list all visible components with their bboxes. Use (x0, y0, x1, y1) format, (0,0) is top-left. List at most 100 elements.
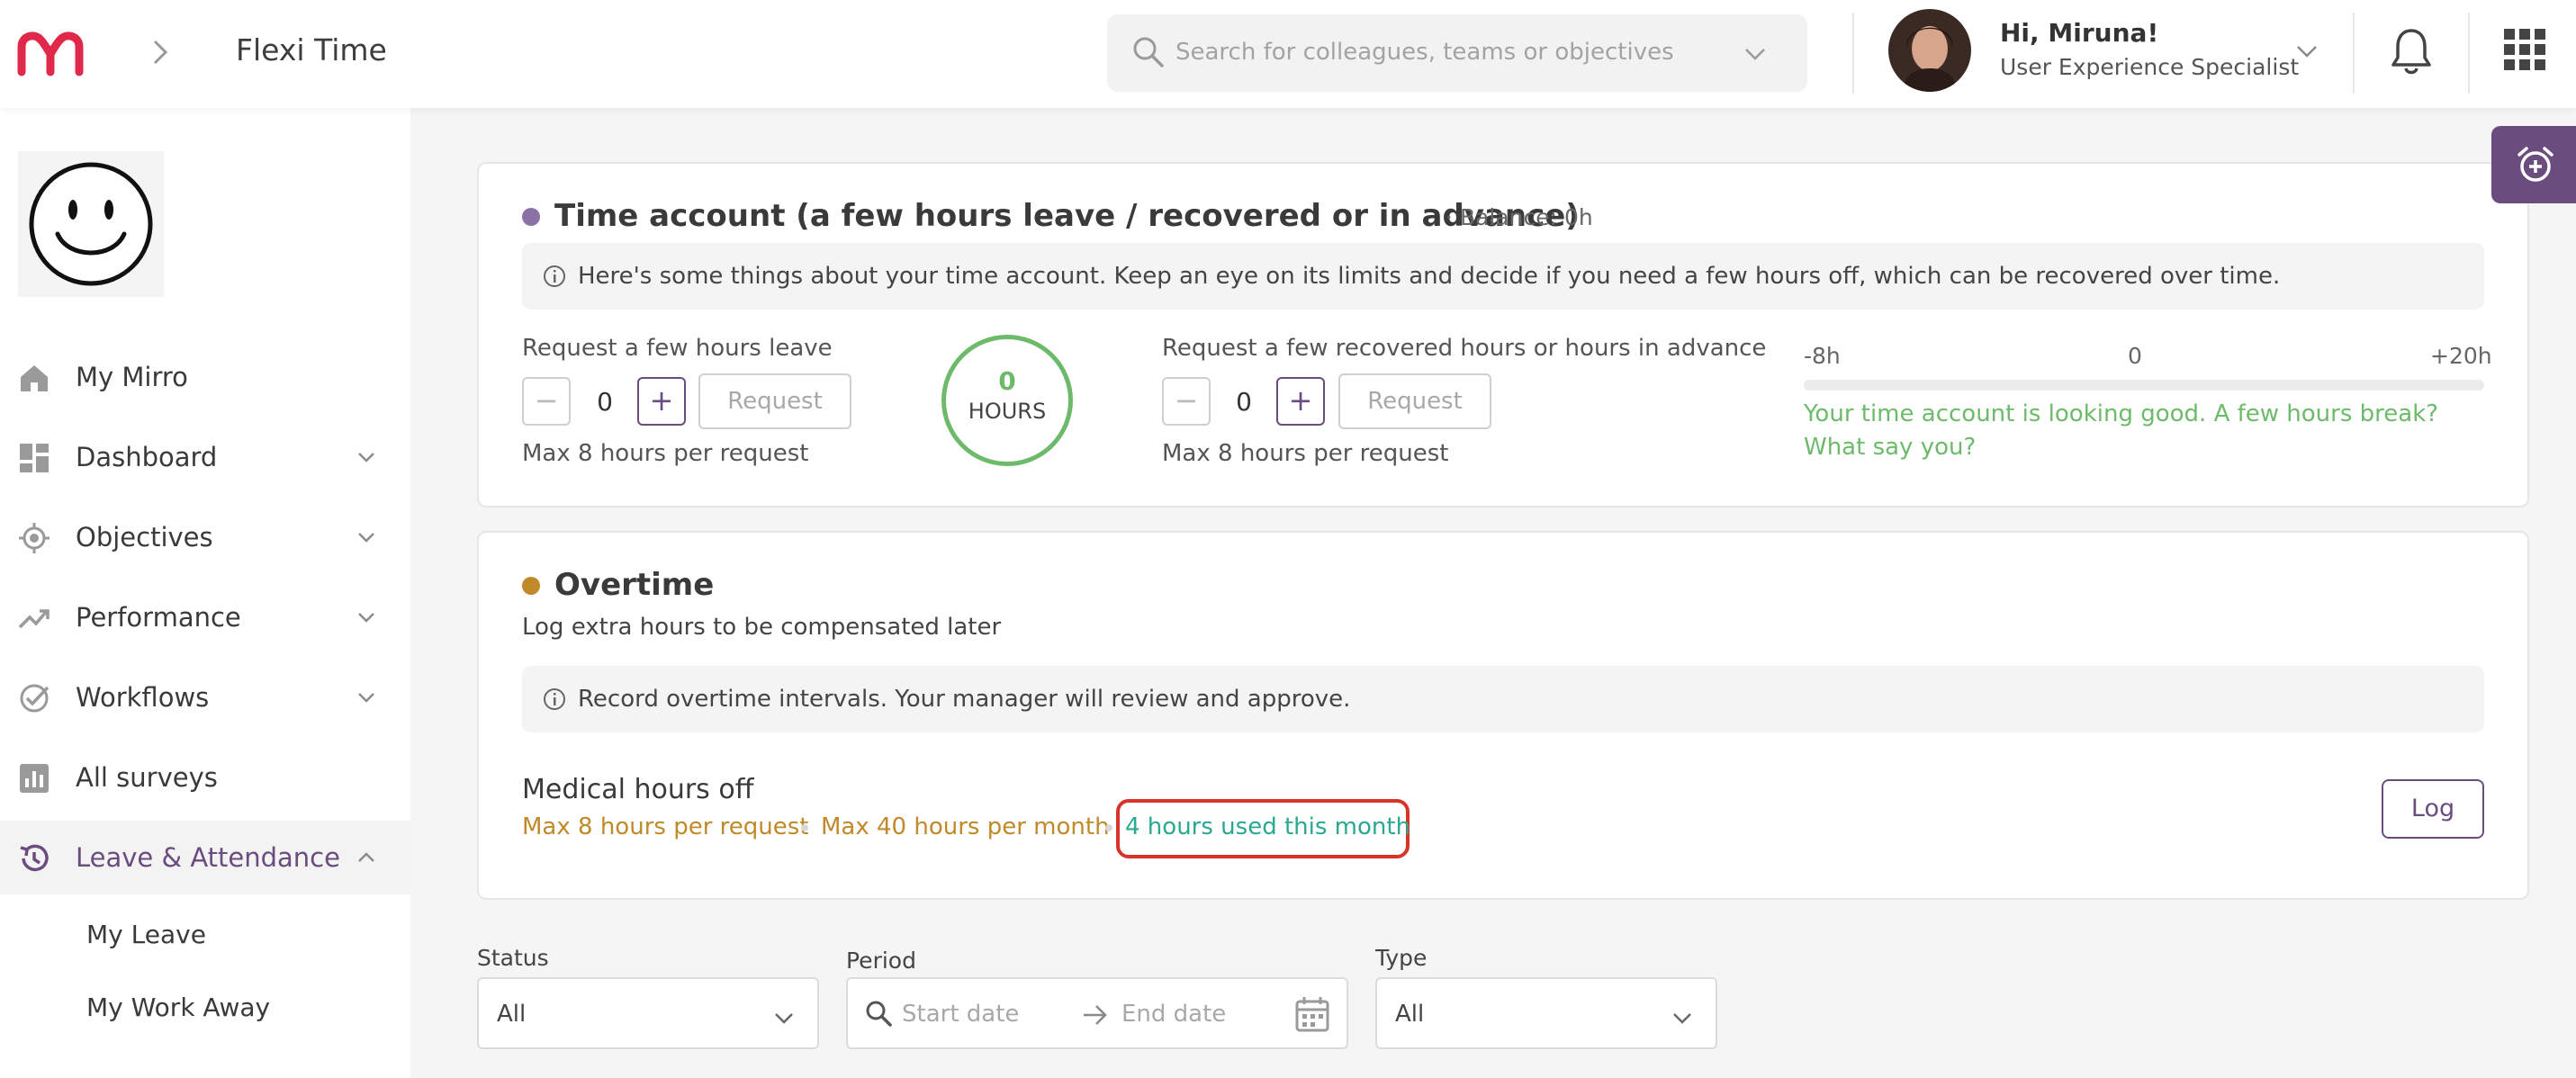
user-role: User Experience Specialist (2000, 54, 2300, 80)
search-icon (1133, 37, 1164, 67)
hours-used-this-month: 4 hours used this month (1125, 813, 1411, 840)
smiley-face-icon (29, 162, 153, 286)
sidebar-subitem-my-leave[interactable]: My Leave (86, 920, 206, 949)
sidebar-item-label: Objectives (76, 522, 213, 552)
chevron-down-icon (358, 693, 374, 703)
leave-request-label: Request a few hours leave (522, 335, 833, 362)
sidebar-item-label: All surveys (76, 762, 218, 793)
time-account-status: Your time account is looking good. A few… (1804, 400, 2439, 461)
sidebar-subitem-my-work-away[interactable]: My Work Away (86, 993, 270, 1022)
user-greeting: Hi, Miruna! (2000, 18, 2159, 48)
history-icon (20, 844, 49, 872)
overtime-title: Overtime (554, 567, 715, 603)
status-filter-select[interactable]: All (477, 977, 819, 1049)
type-filter-label: Type (1375, 945, 1428, 971)
chevron-down-icon (358, 533, 374, 543)
sidebar-item-leave-attendance[interactable]: Leave & Attendance (0, 821, 410, 894)
separator-dot (1105, 824, 1112, 831)
chevron-down-icon (1673, 1013, 1691, 1024)
sidebar-item-performance[interactable]: Performance (0, 580, 410, 654)
apps-grid-icon[interactable] (2504, 29, 2545, 70)
chevron-down-icon (358, 613, 374, 623)
recover-minus-button[interactable]: − (1162, 377, 1211, 426)
chevron-down-icon (775, 1013, 793, 1024)
sidebar-item-workflows[interactable]: Workflows (0, 660, 410, 734)
leave-hours-value[interactable]: 0 (587, 387, 623, 417)
divider (1852, 13, 1854, 94)
time-account-title: Time account (a few hours leave / recove… (554, 198, 1580, 234)
max-per-month: Max 40 hours per month (821, 813, 1110, 840)
sidebar-item-objectives[interactable]: Objectives (0, 500, 410, 574)
recover-hours-value[interactable]: 0 (1226, 387, 1262, 417)
info-icon (544, 688, 565, 710)
avatar[interactable] (1888, 9, 1971, 92)
start-date-input[interactable]: Start date (902, 1001, 1019, 1028)
recover-plus-button[interactable]: + (1276, 377, 1325, 426)
arrow-right-icon (1084, 1005, 1107, 1025)
info-text: Record overtime intervals. Your manager … (578, 686, 1351, 713)
status-dot (522, 577, 540, 595)
status-filter-label: Status (477, 945, 549, 971)
sidebar-item-label: Dashboard (76, 442, 218, 472)
time-account-info: Here's some things about your time accou… (522, 243, 2484, 310)
search-icon (866, 1001, 892, 1027)
target-icon (19, 523, 50, 553)
recover-request-label: Request a few recovered hours or hours i… (1162, 335, 1767, 362)
alarm-add-icon (2517, 147, 2553, 182)
status-filter-value: All (497, 1001, 527, 1028)
sidebar-item-label: My Mirro (76, 362, 188, 392)
time-account-bar (1804, 380, 2484, 391)
type-filter-value: All (1395, 1001, 1425, 1028)
quick-action-tab[interactable] (2491, 126, 2576, 203)
bar-chart-icon (20, 764, 49, 793)
sidebar-item-all-surveys[interactable]: All surveys (0, 741, 410, 814)
mirro-logo-icon[interactable] (16, 27, 85, 77)
medical-hours-title: Medical hours off (522, 774, 754, 805)
divider (2353, 13, 2355, 94)
check-circle-icon (20, 684, 50, 713)
balance-label: · Balance: 0h (1446, 204, 1593, 230)
hours-ring-value: 0 (998, 366, 1016, 396)
calendar-icon[interactable] (1294, 995, 1330, 1033)
recover-max-note: Max 8 hours per request (1162, 440, 1449, 467)
type-filter-select[interactable]: All (1375, 977, 1717, 1049)
log-button[interactable]: Log (2382, 779, 2484, 839)
chevron-down-icon (358, 453, 374, 463)
leave-plus-button[interactable]: + (637, 377, 686, 426)
sidebar-item-my-mirro[interactable]: My Mirro (0, 340, 410, 414)
top-bar: Flexi Time Search for colleagues, teams … (0, 0, 2576, 108)
company-logo[interactable] (18, 151, 164, 297)
max-per-request: Max 8 hours per request (522, 813, 809, 840)
leave-minus-button[interactable]: − (522, 377, 571, 426)
end-date-input[interactable]: End date (1121, 1001, 1226, 1028)
sidebar: My Mirro Dashboard Objectives Performanc… (0, 108, 410, 1078)
chevron-up-icon (358, 852, 374, 862)
search-placeholder: Search for colleagues, teams or objectiv… (1175, 39, 1674, 66)
scale-min-label: -8h (1804, 343, 1841, 369)
page-title: Flexi Time (236, 32, 387, 67)
trend-icon (18, 609, 50, 629)
hours-ring-unit: HOURS (968, 399, 1047, 424)
chevron-down-icon[interactable] (2293, 38, 2320, 65)
info-icon (544, 265, 565, 287)
leave-request-button[interactable]: Request (698, 373, 851, 429)
search-bar[interactable]: Search for colleagues, teams or objectiv… (1107, 14, 1807, 92)
sidebar-item-label: Leave & Attendance (76, 842, 340, 873)
leave-max-note: Max 8 hours per request (522, 440, 809, 467)
bell-icon[interactable] (2389, 25, 2434, 77)
overtime-info: Record overtime intervals. Your manager … (522, 666, 2484, 732)
sidebar-item-label: Performance (76, 602, 241, 633)
sidebar-item-dashboard[interactable]: Dashboard (0, 420, 410, 494)
period-filter-range[interactable]: Start date End date (846, 977, 1348, 1049)
scale-max-label: +20h (2430, 343, 2492, 369)
separator-dot (801, 824, 808, 831)
recover-request-button[interactable]: Request (1338, 373, 1491, 429)
hours-ring: 0 HOURS (941, 335, 1073, 466)
period-filter-label: Period (846, 948, 916, 974)
home-icon (21, 365, 48, 391)
info-text: Here's some things about your time accou… (578, 263, 2281, 290)
divider (2468, 13, 2470, 94)
scale-mid-label: 0 (2128, 343, 2142, 369)
chevron-down-icon[interactable] (1743, 41, 1768, 67)
overtime-subtitle: Log extra hours to be compensated later (522, 614, 1002, 641)
